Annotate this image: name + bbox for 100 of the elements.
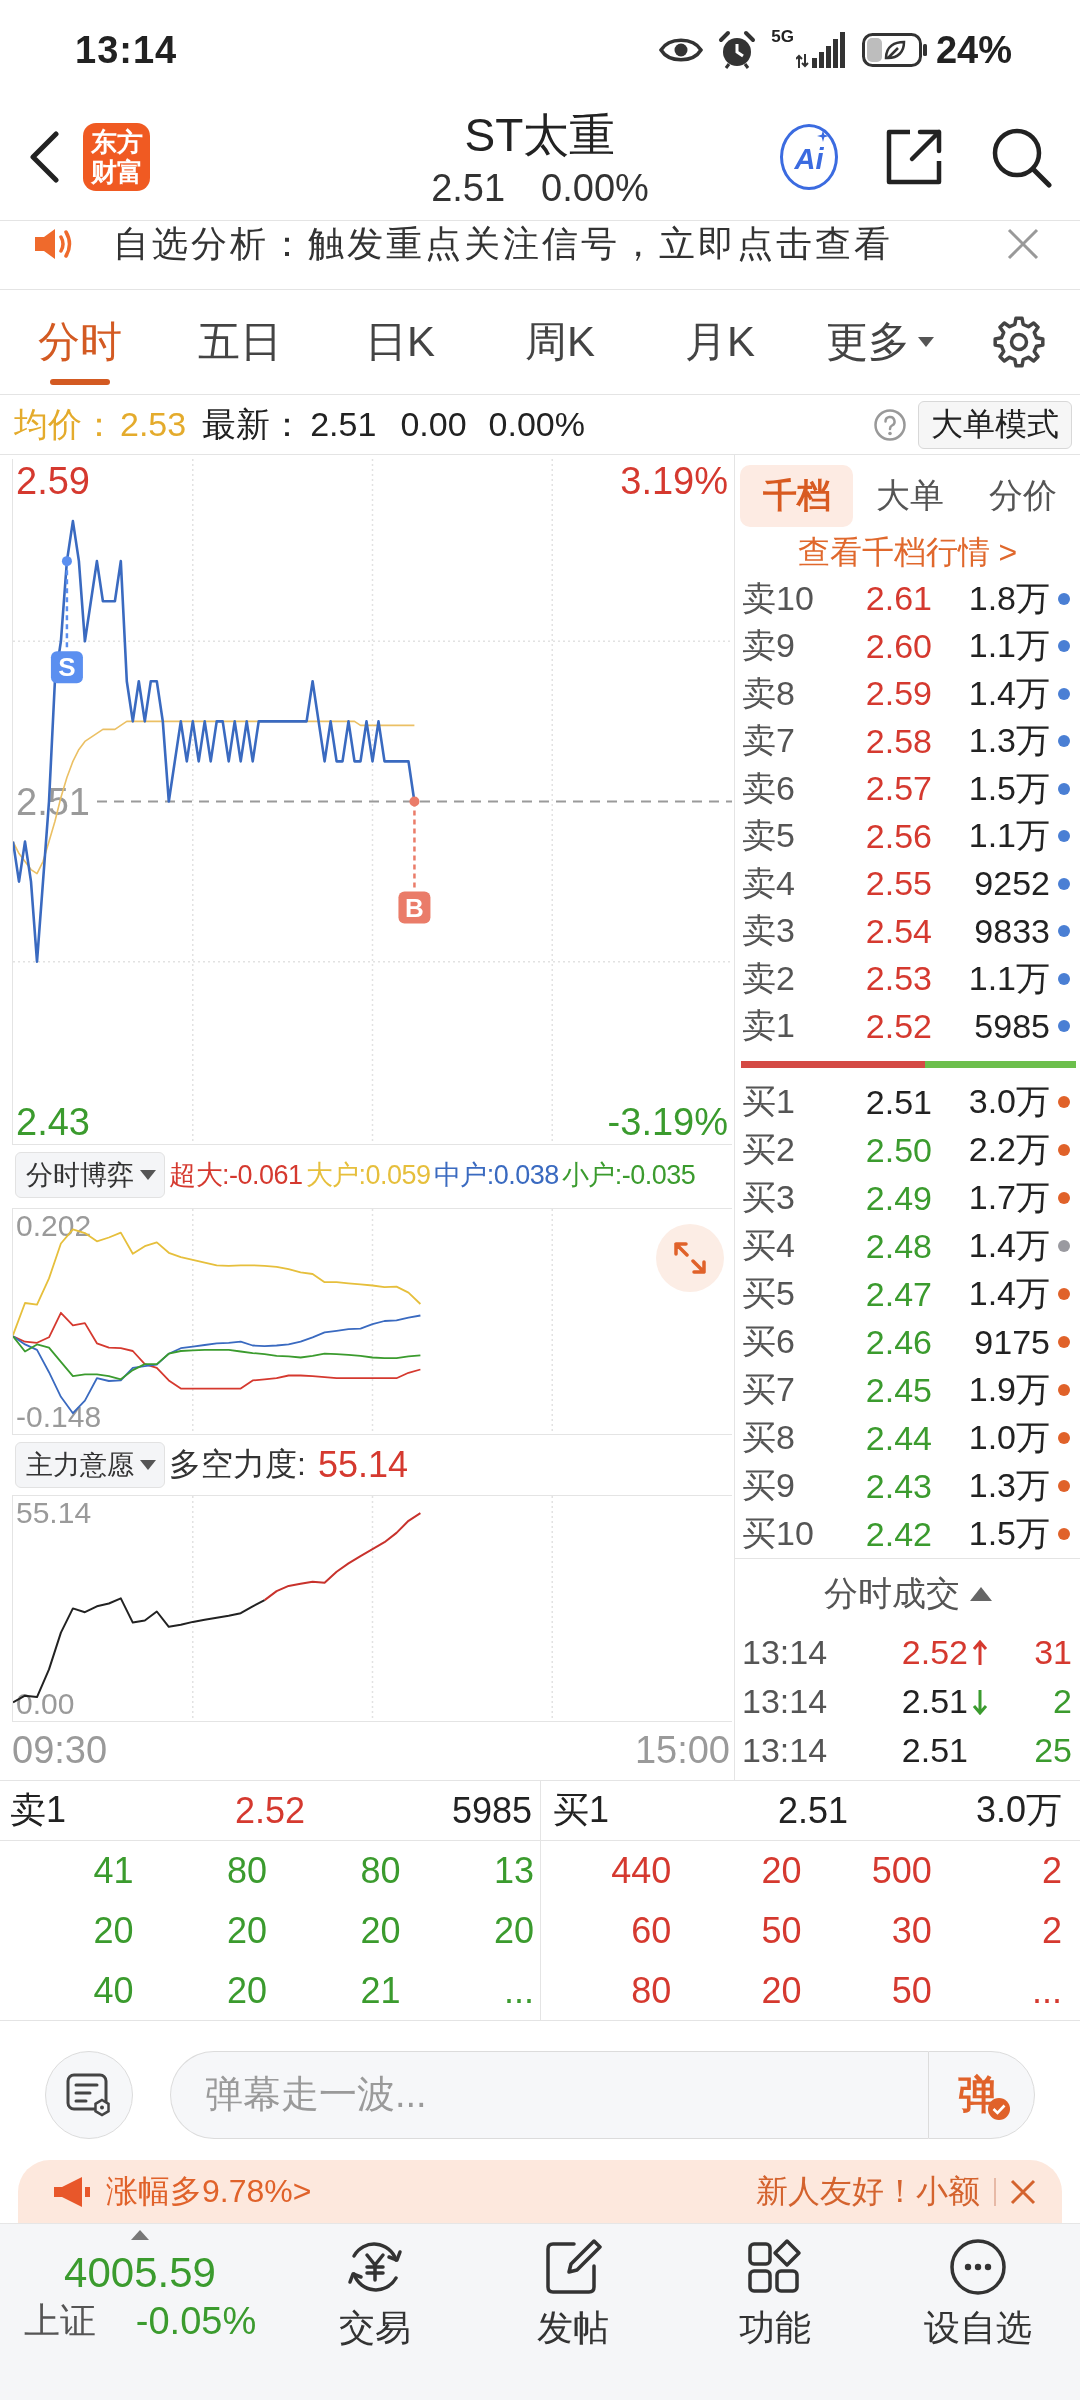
order-size-cell-text: 50 [890,1970,932,2012]
battery-percent: 24% [935,28,1012,72]
large-order-mode-button[interactable]: 大单模式 [918,400,1072,449]
order-book-tab[interactable]: 分价 [966,465,1080,527]
axis-label: 55.14 [16,1496,92,1530]
order-size-cell-text: 20 [760,1970,802,2012]
trade-time: 13:14 [742,1731,829,1770]
order-level-label: 买6 [742,1321,796,1362]
average-price-label: 均价： [14,403,116,445]
stock-price: 2.51 [431,166,506,210]
order-price: 2.55 [864,864,932,904]
order-book-tab[interactable]: 大单 [853,465,967,527]
order-volume: 3.0万 [967,1081,1050,1122]
percent-label: -3.19% [607,1100,728,1144]
caret-icon [140,1460,156,1470]
close-icon[interactable] [1006,227,1040,261]
legend-value: 超大:-0.061 [169,1159,303,1192]
metric-value: 55.14 [317,1444,408,1486]
axis-label: -0.148 [16,1400,102,1434]
grid-icon [746,2238,804,2296]
order-volume: 1.3万 [967,1465,1050,1506]
danmaku-input-field[interactable]: 弹幕走一波... [170,2050,928,2139]
price-change-percent: 0.00% [488,405,585,444]
edit-icon [543,2238,602,2296]
trade-button[interactable]: 交易 [280,2224,470,2400]
order-price: 2.43 [864,1466,932,1506]
index-name[interactable]: 上证 [23,2298,96,2344]
search-icon[interactable] [990,126,1052,188]
order-level-label: 买7 [742,1369,796,1410]
metric-label: 多空力度: [169,1445,306,1484]
order-volume: 1.5万 [967,767,1050,809]
period-tab[interactable]: 日K [320,290,480,394]
order-level-label: 卖2 [742,957,796,999]
order-volume: 1.9万 [967,1369,1050,1410]
queue-label: 卖1 [10,1788,68,1832]
alarm-icon [717,30,758,70]
order-price: 2.51 [864,1082,932,1122]
axis-label: 0.202 [16,1209,92,1243]
trades-title[interactable]: 分时成交 [823,1570,960,1617]
period-tab[interactable]: 五日 [160,290,320,394]
trade-volume: 25 [1033,1731,1072,1770]
order-volume: 1.1万 [967,625,1050,667]
ai-button[interactable]: Ai [780,124,838,190]
megaphone-icon [52,2174,92,2209]
order-level-label: 卖6 [742,767,796,809]
post-button[interactable]: 发帖 [470,2224,675,2400]
notice-text[interactable]: 自选分析：触发重点关注信号，立即点击查看 [113,219,893,269]
arrow-up-icon [972,1639,988,1666]
order-level-label: 卖5 [742,815,796,857]
order-size-cell-text: 80 [359,1850,401,1892]
share-icon[interactable] [884,127,944,187]
order-size-cell-text: 20 [225,1970,267,2012]
sparkle-icon [817,130,829,142]
order-level-label: 卖10 [742,577,815,619]
add-watchlist-button[interactable]: 设自选 [875,2224,1080,2400]
order-volume: 1.1万 [967,815,1050,857]
functions-button[interactable]: 功能 [675,2224,875,2400]
price-change: 0.00 [400,405,467,444]
app-logo: 东方财富 [83,123,150,191]
percent-label: 3.19% [620,459,728,503]
order-price: 2.59 [864,674,932,714]
order-level-label: 卖3 [742,910,796,952]
time-axis-label: 09:30 [12,1728,108,1772]
order-price: 2.45 [864,1370,932,1410]
order-volume: 9833 [973,911,1050,951]
more-icon [948,2238,1007,2296]
order-price: 2.47 [864,1274,932,1314]
settings-icon[interactable] [993,316,1045,368]
order-price: 2.42 [864,1514,932,1554]
close-icon[interactable] [1010,2178,1036,2205]
indicator-dropdown[interactable]: 主力意愿 [15,1442,165,1488]
period-tab[interactable]: 更多 [800,290,960,394]
queue-label: 买1 [553,1788,611,1832]
order-level-label: 买2 [742,1129,796,1170]
order-size-cell-text: 41 [92,1850,134,1892]
legend-value: 大户:0.059 [305,1159,431,1192]
period-tab[interactable]: 分时 [0,290,160,394]
trade-volume: 31 [1033,1633,1072,1672]
order-price: 2.54 [864,911,932,951]
order-price: 2.56 [864,816,932,856]
order-volume: 1.0万 [967,1417,1050,1458]
legend-value: 中户:0.038 [433,1159,559,1192]
order-size-cell-text: 2 [1040,1910,1062,1952]
order-size-cell-text: 20 [359,1910,401,1952]
order-level-label: 买5 [742,1273,796,1314]
back-icon[interactable] [28,131,60,183]
caret-up-icon[interactable] [131,2230,149,2240]
queue-volume: 5985 [450,1789,532,1832]
trade-time: 13:14 [742,1682,829,1721]
stock-title: ST太重 [464,108,616,162]
period-tab[interactable]: 月K [640,290,800,394]
order-volume: 5985 [973,1006,1050,1046]
order-price: 2.58 [864,721,932,761]
trade-price: 2.51 [901,1731,968,1770]
axis-label: 2.59 [16,459,90,503]
order-level-label: 买9 [742,1465,796,1506]
period-tab[interactable]: 周K [480,290,640,394]
time-axis-label: 15:00 [634,1728,730,1772]
indicator-dropdown[interactable]: 分时博弈 [15,1152,165,1198]
help-icon[interactable] [874,408,906,441]
